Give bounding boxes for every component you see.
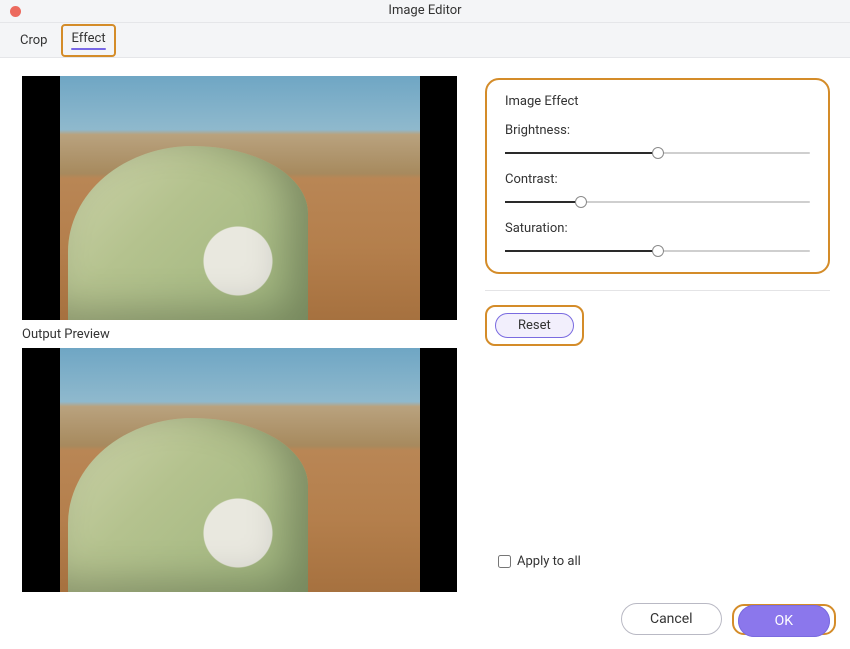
ok-button[interactable]: OK: [738, 605, 830, 637]
divider: [485, 290, 830, 291]
brightness-fill: [505, 152, 658, 154]
apply-to-all-checkbox[interactable]: [498, 555, 511, 568]
window-title: Image Editor: [388, 3, 461, 18]
apply-to-all-label: Apply to all: [517, 554, 581, 569]
contrast-label: Contrast:: [505, 172, 810, 187]
output-preview-label: Output Preview: [22, 327, 457, 342]
apply-to-all-row[interactable]: Apply to all: [498, 554, 581, 569]
contrast-thumb[interactable]: [575, 196, 587, 208]
saturation-fill: [505, 250, 658, 252]
brightness-label: Brightness:: [505, 123, 810, 138]
cancel-button[interactable]: Cancel: [621, 603, 722, 635]
saturation-slider[interactable]: [505, 250, 810, 252]
brightness-thumb[interactable]: [652, 147, 664, 159]
preview-image: [60, 76, 420, 320]
titlebar: Image Editor: [0, 0, 850, 22]
brightness-slider-group: Brightness:: [505, 123, 810, 154]
tab-crop[interactable]: Crop: [10, 26, 57, 55]
output-image-preview: [22, 348, 457, 592]
brightness-slider[interactable]: [505, 152, 810, 154]
ok-highlight: OK: [732, 604, 836, 635]
footer-buttons: Cancel OK: [621, 603, 836, 635]
close-icon[interactable]: [10, 6, 21, 17]
reset-highlight: Reset: [485, 305, 584, 346]
reset-button[interactable]: Reset: [495, 313, 574, 338]
output-image: [60, 348, 420, 592]
contrast-slider[interactable]: [505, 201, 810, 203]
saturation-slider-group: Saturation:: [505, 221, 810, 252]
original-image-preview: [22, 76, 457, 320]
image-effect-panel: Image Effect Brightness: Contrast: Satur…: [485, 78, 830, 274]
saturation-label: Saturation:: [505, 221, 810, 236]
tab-bar: Crop Effect: [0, 22, 850, 58]
tab-effect[interactable]: Effect: [61, 24, 115, 57]
panel-title: Image Effect: [505, 94, 810, 109]
contrast-fill: [505, 201, 581, 203]
contrast-slider-group: Contrast:: [505, 172, 810, 203]
saturation-thumb[interactable]: [652, 245, 664, 257]
